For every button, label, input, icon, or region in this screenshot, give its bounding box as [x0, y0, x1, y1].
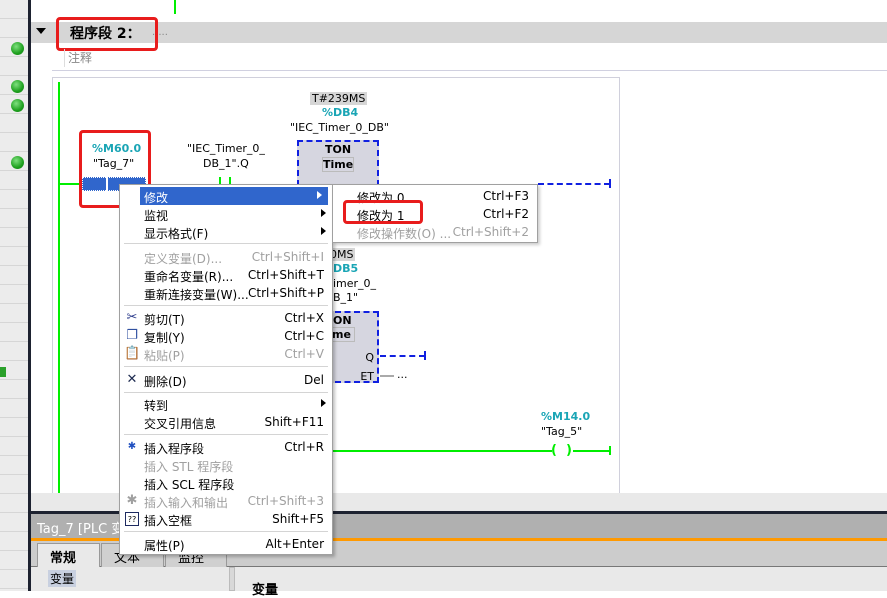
power-rail-prev [174, 0, 176, 14]
annotation-box [343, 200, 423, 224]
menu-item-display-format[interactable]: 显示格式(F) [120, 223, 332, 241]
menu-item-insert-network[interactable]: ✱ 插入程序段 Ctrl+R [120, 438, 332, 456]
timer2-subtype: me [331, 327, 355, 342]
timer2-db: DB5 [333, 262, 359, 275]
annotation-box [56, 17, 158, 51]
menu-item-cut[interactable]: ✂ 剪切(T) Ctrl+X [120, 309, 332, 327]
network-comment[interactable]: 注释 [68, 49, 92, 66]
paste-icon: 📋 [124, 346, 141, 361]
menu-item-insert-empty-box[interactable]: ?? 插入空框 Shift+F5 [120, 510, 332, 528]
menu-item-delete[interactable]: ✕ 删除(D) Del [120, 371, 332, 389]
status-ok-icon [11, 80, 24, 93]
menu-item-paste: 📋 粘贴(P) Ctrl+V [124, 346, 324, 363]
tab-general[interactable]: 常规 [37, 543, 100, 567]
menu-item-modify-operand: 修改操作数(O) ... Ctrl+Shift+2 [357, 225, 529, 241]
splitter[interactable] [229, 567, 235, 591]
coil-icon[interactable]: ( ) [551, 443, 572, 458]
menu-item-insert-io: ✱ 插入输入和输出 Ctrl+Shift+3 [120, 492, 332, 510]
timer1-subtype: Time [322, 157, 354, 172]
menu-item-goto[interactable]: 转到 [120, 395, 332, 413]
timer2-et-value[interactable]: ... [397, 368, 408, 381]
coil-address: %M14.0 [541, 410, 591, 423]
contact2-tag: "IEC_Timer_0_ [187, 142, 265, 155]
timer1-block[interactable]: TON Time [297, 140, 379, 186]
timer1-instance: "IEC_Timer_0_DB" [290, 121, 389, 134]
menu-item-rename-tag[interactable]: 重命名变量(R)... Ctrl+Shift+T [120, 266, 332, 284]
menu-item-cross-reference[interactable]: 交叉引用信息 Shift+F11 [120, 413, 332, 431]
timer1-db: %DB4 [322, 106, 359, 119]
scissors-icon: ✂ [126, 310, 138, 325]
menu-item-modify[interactable]: 修改 [140, 187, 328, 205]
timer2-pin-q: Q [365, 351, 374, 364]
menu-item-insert-stl: 插入 STL 程序段 [144, 460, 234, 474]
status-ok-icon [11, 156, 24, 169]
timer2-instance-2: B_1" [333, 291, 359, 304]
timer2-instance: imer_0_ [333, 277, 377, 290]
copy-icon: ❐ [126, 328, 138, 343]
insert-io-icon: ✱ [126, 493, 138, 508]
status-marker-icon [0, 367, 6, 377]
menu-item-copy[interactable]: ❐ 复制(Y) Ctrl+C [120, 327, 332, 345]
inspector-section-title: 变量 [252, 583, 279, 598]
insert-network-icon: ✱ [127, 441, 137, 452]
status-ok-icon [11, 42, 24, 55]
timer2-type: ON [333, 314, 352, 327]
inspector-nav-variable[interactable]: 变量 [48, 570, 77, 587]
status-ok-icon [11, 99, 24, 112]
timer2-pin-et: ET [360, 370, 374, 383]
menu-item-insert-scl[interactable]: 插入 SCL 程序段 [120, 474, 332, 492]
menu-item-define-tag: 定义变量(D)... Ctrl+Shift+I [144, 250, 324, 266]
menu-item-properties[interactable]: 属性(P) Alt+Enter [120, 535, 332, 553]
power-rail [58, 82, 60, 493]
context-menu: 修改 监视 显示格式(F) 定义变量(D)... Ctrl+Shift+I 重命名… [119, 184, 333, 555]
menu-item-monitor[interactable]: 监视 [120, 205, 332, 223]
menu-item-rewire-tag[interactable]: 重新连接变量(W)... Ctrl+Shift+P [120, 284, 332, 302]
timer1-value: T#239MS [310, 92, 368, 105]
timer1-type: TON [324, 143, 352, 156]
contact2-tag-2: DB_1".Q [203, 157, 249, 170]
empty-box-icon: ?? [125, 512, 139, 526]
delete-x-icon: ✕ [126, 372, 138, 387]
inspector-title: Tag_7 [PLC 变 [37, 522, 125, 537]
coil-tag: "Tag_5" [541, 425, 583, 438]
collapse-triangle-icon[interactable] [36, 28, 46, 34]
wire-dashed [538, 183, 610, 185]
